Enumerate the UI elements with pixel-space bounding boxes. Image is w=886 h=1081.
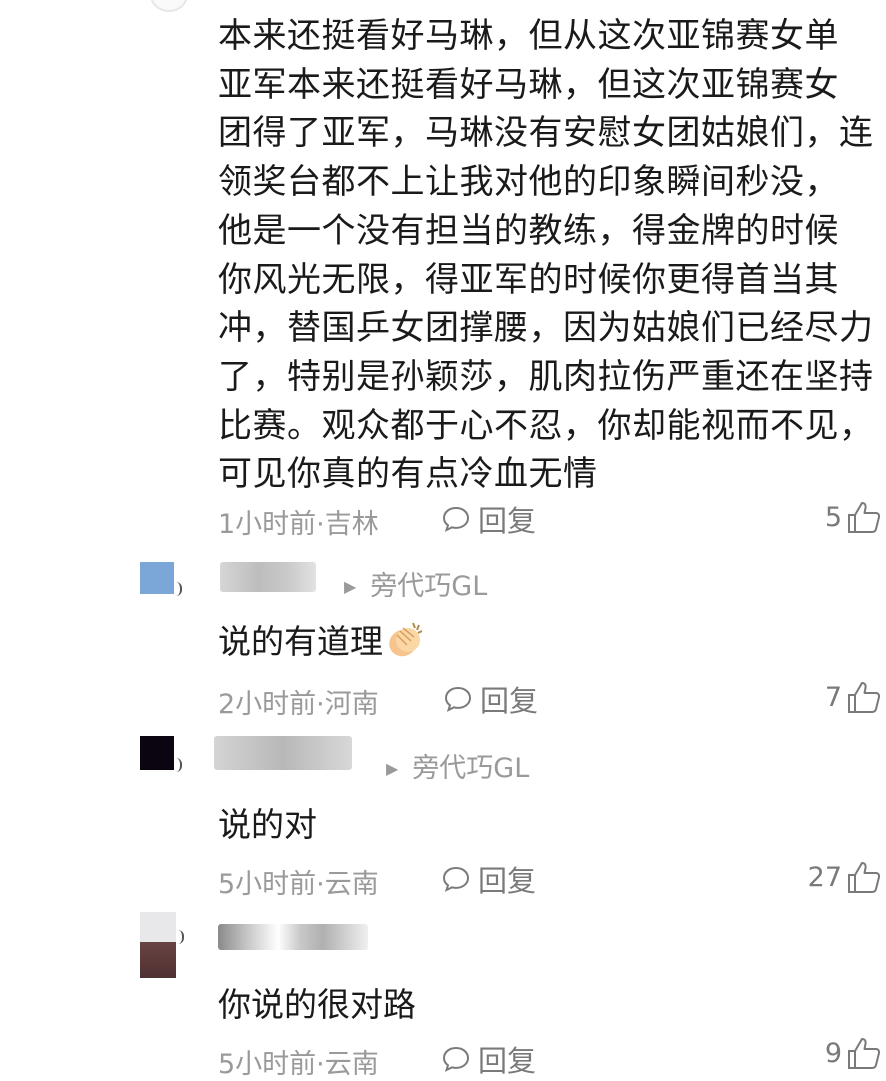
reply-to-username[interactable]: 旁代巧GL: [412, 753, 529, 784]
like-count: 7: [824, 681, 842, 713]
blurred-username: [214, 736, 352, 770]
reply-button[interactable]: 回复: [442, 858, 536, 900]
avatar[interactable]: [140, 562, 182, 596]
thumbs-up-icon: [848, 1038, 881, 1069]
play-arrow-icon: ▶: [344, 577, 357, 596]
like-count: 9: [824, 1037, 842, 1069]
comment-meta: 5小时前·云南: [218, 869, 379, 900]
reply-text-content: 说的有道理: [218, 622, 383, 661]
thumbs-up-icon: [848, 682, 881, 713]
reply-text: 说的有道理: [218, 615, 425, 663]
thumbs-up-icon: [848, 862, 881, 893]
reply-text: 你说的很对路: [218, 985, 416, 1024]
comment-bubble-icon: [444, 686, 472, 712]
clapping-hands-icon: [389, 622, 423, 657]
like-button[interactable]: 9: [825, 1036, 882, 1070]
like-button[interactable]: 5: [825, 500, 882, 534]
like-count: 5: [824, 501, 842, 533]
reply-to-username[interactable]: 旁代巧GL: [370, 571, 487, 602]
comment-meta: 2小时前·河南: [218, 689, 379, 720]
reply-label: 回复: [478, 1044, 537, 1078]
reply-label: 回复: [478, 864, 537, 898]
comment-bubble-icon: [442, 506, 470, 532]
thumbs-up-icon: [848, 502, 881, 533]
reply-button[interactable]: 回复: [444, 678, 538, 720]
reply-label: 回复: [478, 504, 537, 538]
reply-button[interactable]: 回复: [442, 498, 536, 540]
comment-meta: 5小时前·云南: [218, 1049, 379, 1080]
like-button[interactable]: 7: [825, 680, 882, 714]
comment-meta: 1小时前·吉林: [218, 509, 379, 540]
reply-button[interactable]: 回复: [442, 1038, 536, 1080]
comment-bubble-icon: [442, 1046, 470, 1072]
like-count: 27: [807, 861, 842, 893]
blurred-username: [218, 924, 368, 950]
play-arrow-icon: ▶: [386, 759, 399, 778]
reply-text: 说的对: [218, 805, 317, 844]
avatar[interactable]: [150, 0, 188, 12]
blurred-username: [220, 562, 316, 592]
reply-to: ▶ 旁代巧GL: [386, 746, 529, 785]
avatar[interactable]: [140, 912, 184, 978]
avatar[interactable]: [140, 736, 182, 772]
comment-bubble-icon: [442, 866, 470, 892]
comment-text: 本来还挺看好马琳，但从这次亚锦赛女单 亚军本来还挺看好马琳，但这次亚锦赛女 团得…: [218, 16, 874, 495]
like-button[interactable]: 27: [808, 860, 882, 894]
reply-to: ▶ 旁代巧GL: [344, 564, 487, 603]
reply-label: 回复: [480, 684, 539, 718]
